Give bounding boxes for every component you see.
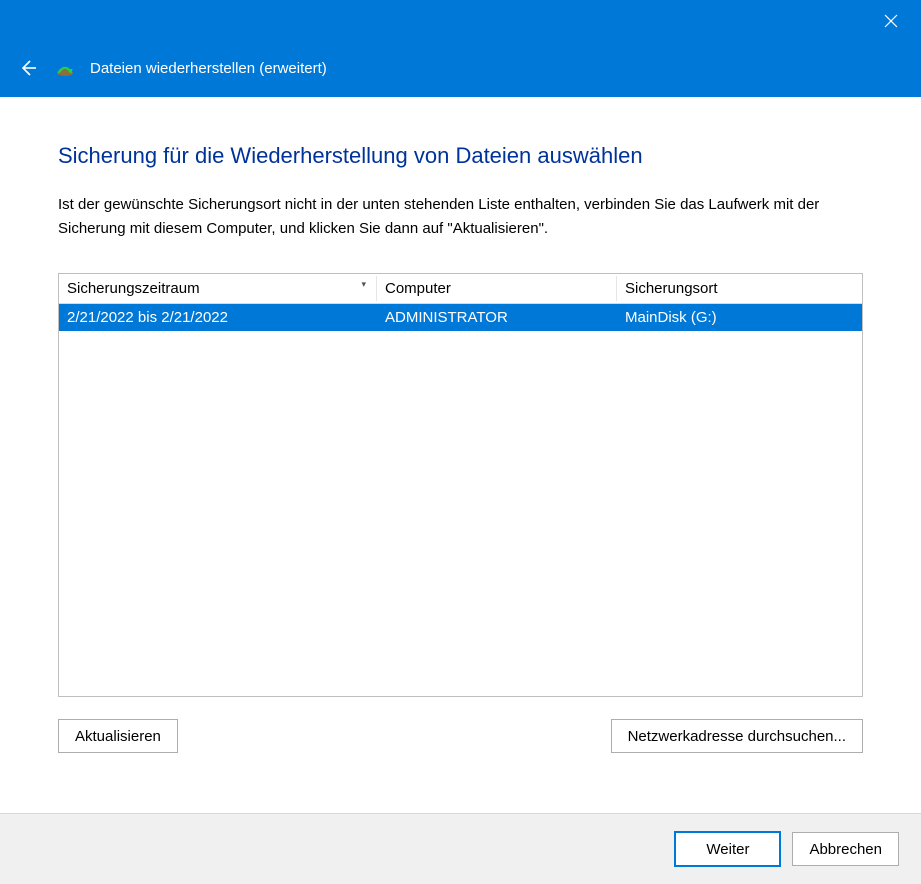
footer: Weiter Abbrechen (0, 813, 921, 884)
cell-period: 2/21/2022 bis 2/21/2022 (59, 307, 377, 328)
header-row: Dateien wiederherstellen (erweitert) (16, 56, 327, 80)
backup-table: Sicherungszeitraum ▾ Computer Sicherungs… (58, 273, 863, 697)
window-title: Dateien wiederherstellen (erweitert) (90, 60, 327, 77)
cell-location: MainDisk (G:) (617, 307, 862, 328)
cancel-button[interactable]: Abbrechen (792, 832, 899, 866)
table-row[interactable]: 2/21/2022 bis 2/21/2022 ADMINISTRATOR Ma… (59, 304, 862, 331)
next-button[interactable]: Weiter (675, 832, 780, 866)
page-title: Sicherung für die Wiederherstellung von … (58, 143, 863, 169)
back-button[interactable] (16, 56, 40, 80)
refresh-button[interactable]: Aktualisieren (58, 719, 178, 753)
table-header: Sicherungszeitraum ▾ Computer Sicherungs… (59, 274, 862, 304)
column-header-location[interactable]: Sicherungsort (617, 276, 862, 301)
table-body: 2/21/2022 bis 2/21/2022 ADMINISTRATOR Ma… (59, 304, 862, 696)
close-button[interactable] (869, 6, 913, 36)
close-icon (884, 14, 898, 28)
column-label: Sicherungszeitraum (67, 280, 200, 297)
cell-computer: ADMINISTRATOR (377, 307, 617, 328)
content-area: Sicherung für die Wiederherstellung von … (0, 97, 921, 813)
column-label: Sicherungsort (625, 280, 718, 297)
column-header-period[interactable]: Sicherungszeitraum ▾ (59, 276, 377, 301)
sort-indicator-icon: ▾ (361, 279, 366, 290)
actions-row: Aktualisieren Netzwerkadresse durchsuche… (58, 719, 863, 753)
page-description: Ist der gewünschte Sicherungsort nicht i… (58, 193, 863, 241)
column-label: Computer (385, 280, 451, 297)
browse-network-button[interactable]: Netzwerkadresse durchsuchen... (611, 719, 863, 753)
back-arrow-icon (18, 58, 38, 78)
title-bar: Dateien wiederherstellen (erweitert) (0, 0, 921, 97)
column-header-computer[interactable]: Computer (377, 276, 617, 301)
restore-icon (54, 57, 76, 79)
